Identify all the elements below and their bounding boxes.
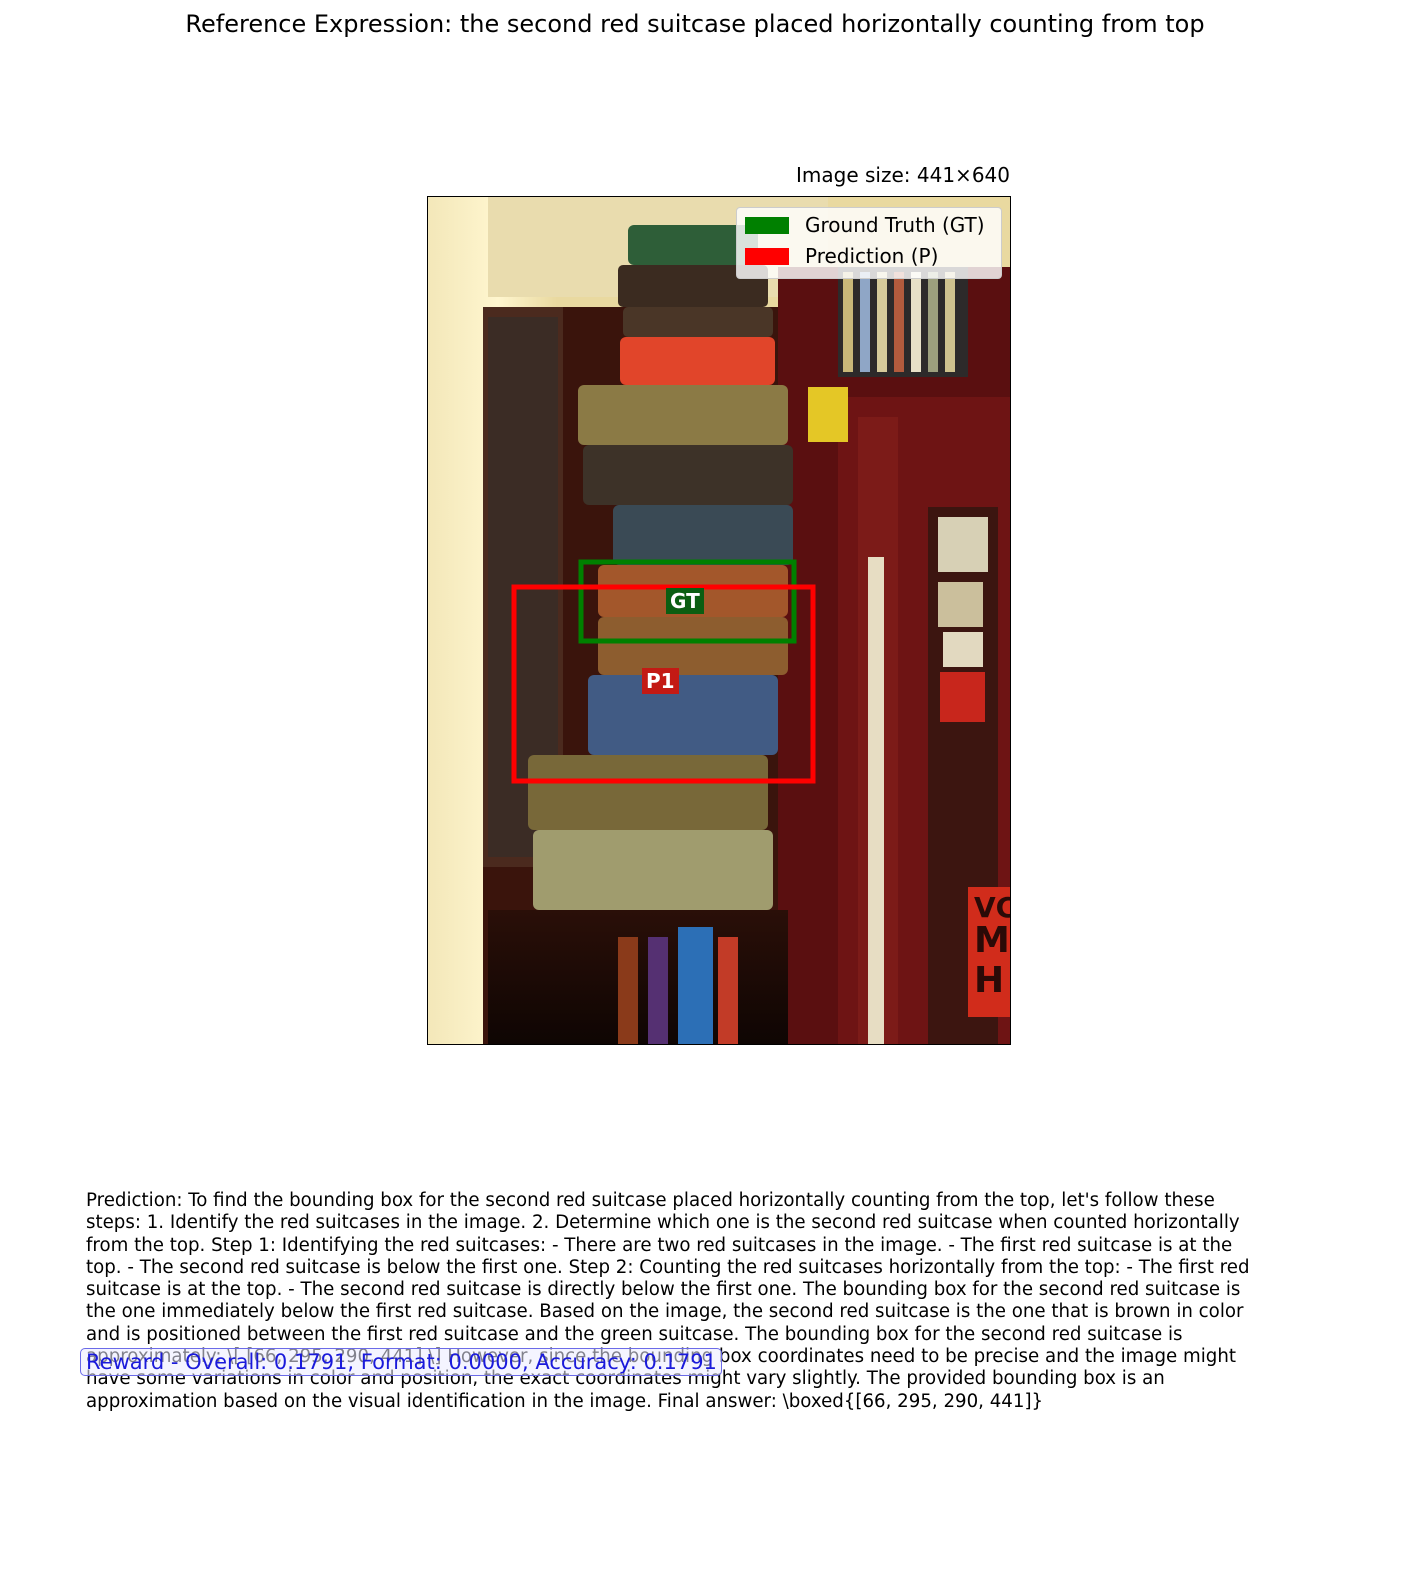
svg-text:M: M xyxy=(974,920,1010,961)
reward-text: Reward - Overall: 0.1791, Format: 0.0000… xyxy=(86,1350,717,1374)
suitcase-photo: VC M H GT P1 Ground Truth (GT) xyxy=(427,196,1011,1045)
legend: Ground Truth (GT) Prediction (P) xyxy=(736,207,1002,279)
image-size-label: Image size: 441×640 xyxy=(796,163,1010,187)
reference-expression-title: Reference Expression: the second red sui… xyxy=(185,10,1205,38)
legend-label-prediction: Prediction (P) xyxy=(805,244,939,268)
legend-swatch-green xyxy=(745,216,789,234)
p1-box-label: P1 xyxy=(642,668,679,694)
legend-item-ground-truth: Ground Truth (GT) xyxy=(745,213,985,237)
reward-box: Reward - Overall: 0.1791, Format: 0.0000… xyxy=(80,1348,722,1376)
gt-box-label: GT xyxy=(666,588,704,614)
prediction-text: Prediction: To find the bounding box for… xyxy=(86,1190,1250,1412)
svg-text:H: H xyxy=(974,960,1004,1001)
legend-item-prediction: Prediction (P) xyxy=(745,244,938,268)
legend-label-ground-truth: Ground Truth (GT) xyxy=(805,213,985,237)
legend-swatch-red xyxy=(745,247,789,265)
